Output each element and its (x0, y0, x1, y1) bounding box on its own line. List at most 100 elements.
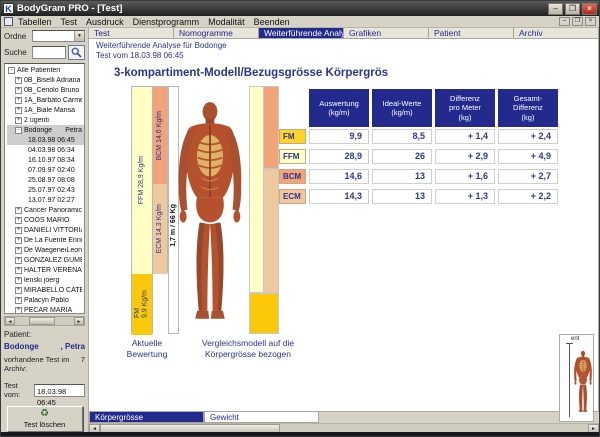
expand-icon[interactable]: + (15, 257, 22, 264)
expand-icon[interactable]: + (15, 227, 22, 234)
expand-icon[interactable]: - (15, 127, 22, 134)
menu-item[interactable]: Test (61, 17, 78, 27)
scroll-left-icon[interactable]: ◄ (5, 317, 15, 325)
ideal-segment-fm (249, 293, 279, 334)
caption-comparison: Vergleichsmodell auf die Körpergrösse be… (192, 338, 304, 360)
tree-item[interactable]: + PECAR MARIA (7, 305, 84, 314)
expand-icon[interactable]: + (15, 277, 22, 284)
mini-body-icon (572, 343, 594, 421)
scroll-right-icon[interactable]: ► (74, 317, 84, 325)
tree-item[interactable]: + DANIELI VITTORIA (7, 225, 84, 235)
mdi-minimize-button[interactable]: – (559, 17, 570, 26)
ideal-segment-ecm (264, 169, 279, 293)
expand-icon[interactable]: + (15, 267, 22, 274)
menu-item[interactable]: Tabellen (18, 17, 52, 27)
tree-item-label: Alle Patienten (17, 67, 60, 74)
expand-icon[interactable]: + (15, 287, 22, 294)
tree-item[interactable]: 07.09.97 02:40 (7, 165, 84, 175)
mdi-restore-button[interactable]: ❐ (572, 17, 583, 26)
results-column-header: Gesamt- Differenz (kg) (498, 89, 558, 127)
patient-label: Patient: (4, 330, 85, 339)
table-row: FM 9,9 8,5 + 1,4 + 2,4 (279, 129, 558, 144)
tree-item[interactable]: 18.03.98 06:45 (7, 135, 84, 145)
bottom-tab[interactable]: Gewicht (204, 412, 319, 423)
tree-item-firstname: Leon (66, 247, 84, 254)
tree-item-label: lenski joerg (24, 277, 59, 284)
tree-item[interactable]: + COOS MARIO (7, 215, 84, 225)
bar-segment-ffm: FFM 28,9 Kg/m (132, 87, 152, 274)
nav-tab[interactable]: Weiterführende Analyse (259, 28, 344, 38)
tree-item[interactable]: + 0B_Ceriolo Bruno (7, 85, 84, 95)
expand-icon[interactable]: + (15, 97, 22, 104)
patient-lastname: Bodonge (4, 342, 39, 351)
ideal-segment-ffm (249, 86, 264, 293)
minimize-button[interactable]: – (548, 3, 563, 15)
expand-icon[interactable]: + (15, 77, 22, 84)
results-table: FM 9,9 8,5 + 1,4 + 2,4 FFM 28,9 26 + 2,9 (279, 129, 558, 209)
nav-tab[interactable]: Grafiken (344, 28, 429, 38)
order-dropdown[interactable]: ▼ (32, 30, 85, 42)
menu-item[interactable]: Dienstprogramm (133, 17, 200, 27)
tree-item[interactable]: + De Waegeneer Leon (7, 245, 84, 255)
tree-item[interactable]: 16.10.97 08:34 (7, 155, 84, 165)
tree-item[interactable]: + 1A_Biale Marisa (7, 105, 84, 115)
tree-item[interactable]: + MIRABELLO CATERINA (7, 285, 84, 295)
expand-icon[interactable]: + (15, 217, 22, 224)
tree-item-label: DANIELI VITTORIA (24, 227, 82, 234)
body-zoom-thumbnail[interactable]: ent (559, 334, 594, 422)
nav-tab[interactable]: Patient (429, 28, 514, 38)
menu-item[interactable]: Ausdruck (86, 17, 124, 27)
menu-item[interactable]: Modalität (208, 17, 245, 27)
scrollbar-thumb[interactable] (29, 317, 55, 325)
chevron-down-icon[interactable]: ▼ (74, 31, 84, 41)
tree-item-label: 1A_Biale Marisa (24, 107, 75, 114)
mdi-child-icon (4, 17, 13, 26)
nav-tab[interactable]: Archiv (514, 28, 599, 38)
tree-item-label: PECAR MARIA (24, 307, 72, 314)
cell-differenz-meter: + 1,3 (435, 189, 495, 204)
mdi-close-button[interactable]: × (585, 17, 596, 26)
bar-label-fm: FM 9,9 Kg/m (134, 290, 149, 318)
bottom-tab[interactable]: Körpergrösse (89, 412, 204, 423)
tree-item[interactable]: - Alle Patienten (7, 65, 84, 75)
tree-item[interactable]: + 2 ugenti (7, 115, 84, 125)
expand-icon[interactable]: + (15, 117, 22, 124)
search-input[interactable] (32, 46, 66, 59)
tree-item[interactable]: - Bodonge Petra (7, 125, 84, 135)
results-table-header: Auswertung (kg/m) Ideal-Werte (kg/m) Dif… (309, 89, 558, 127)
tree-item[interactable]: 25.08.97 08:08 (7, 175, 84, 185)
test-date-input[interactable]: 18.03.98 06:45 (34, 384, 85, 397)
expand-icon[interactable]: - (8, 67, 15, 74)
tree-item[interactable]: + GONZALEZ GUMERSINDA (7, 255, 84, 265)
tree-item[interactable]: 04.03.98 06:34 (7, 145, 84, 155)
menu-item[interactable]: Beenden (254, 17, 290, 27)
tree-item[interactable]: + 1A_Barbato Carmelo (7, 95, 84, 105)
nav-tab[interactable]: Test (89, 28, 174, 38)
row-label-chip: ECM (279, 189, 306, 204)
window-title: BodyGram PRO - [Test] (17, 3, 548, 14)
tree-item[interactable]: + De La Fuente Enrique (7, 235, 84, 245)
results-column-header: Differenz pro Meter (kg) (435, 89, 495, 127)
expand-icon[interactable]: + (15, 247, 22, 254)
tree-item[interactable]: + Palacyn Pablo (7, 295, 84, 305)
tree-item[interactable]: + lenski joerg (7, 275, 84, 285)
expand-icon[interactable]: + (15, 207, 22, 214)
content-pane: Test Nomogramme Weiterführende Analyse G… (89, 28, 599, 434)
expand-icon[interactable]: + (15, 107, 22, 114)
search-button[interactable] (68, 45, 85, 60)
restore-button[interactable]: ❐ (565, 3, 580, 15)
comparison-model-bars (249, 86, 279, 334)
tree-item[interactable]: + 0B_Biselli Adriana (7, 75, 84, 85)
tree-item[interactable]: 25.07.97 02:43 (7, 185, 84, 195)
tree-item[interactable]: + HALTER VERENA (7, 265, 84, 275)
expand-icon[interactable]: + (15, 297, 22, 304)
expand-icon[interactable]: + (15, 237, 22, 244)
close-button[interactable]: × (582, 3, 597, 15)
expand-icon[interactable]: + (15, 307, 22, 314)
tree-item[interactable]: 13.07.97 02:27 (7, 195, 84, 205)
sidebar-horizontal-scrollbar[interactable]: ◄ ► (4, 316, 85, 326)
expand-icon[interactable]: + (15, 87, 22, 94)
delete-test-button[interactable]: ♻ Test löschen (7, 406, 83, 432)
tree-item[interactable]: + Cancer Panoramico (7, 205, 84, 215)
nav-tab[interactable]: Nomogramme (174, 28, 259, 38)
